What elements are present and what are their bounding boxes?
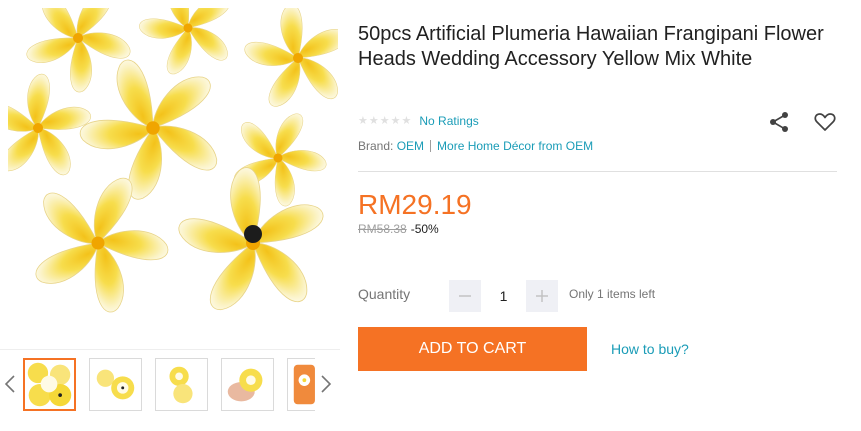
thumbnail-image [156, 359, 207, 410]
how-to-buy-link[interactable]: How to buy? [611, 341, 689, 357]
thumbnail-image [90, 359, 141, 410]
quantity-input[interactable] [481, 280, 526, 312]
share-button[interactable] [768, 111, 790, 133]
star-icon: ★ [358, 114, 368, 127]
plumeria-flowers-photo [8, 8, 338, 338]
product-main-image[interactable] [8, 8, 338, 338]
thumbnail-next-button[interactable] [318, 372, 334, 396]
minus-icon [459, 295, 471, 297]
add-to-cart-button[interactable]: ADD TO CART [358, 327, 587, 371]
ratings-link[interactable]: No Ratings [419, 114, 478, 128]
thumbnail-image [25, 360, 74, 409]
thumbnail-1[interactable] [23, 358, 76, 411]
discount-badge: -50% [410, 222, 439, 236]
chevron-right-icon [321, 375, 332, 393]
wishlist-button[interactable] [813, 111, 837, 133]
thumbnail-2[interactable] [89, 358, 142, 411]
thumbnail-3[interactable] [155, 358, 208, 411]
chevron-left-icon [4, 375, 15, 393]
plus-icon [536, 290, 548, 302]
thumbnail-prev-button[interactable] [2, 372, 18, 396]
thumbnail-4[interactable] [221, 358, 274, 411]
star-icon: ★ [390, 114, 401, 127]
thumbnail-image [222, 359, 273, 410]
quantity-decrease-button[interactable] [449, 280, 481, 312]
thumbnail-5[interactable] [287, 358, 315, 411]
brand-link[interactable]: OEM [397, 139, 424, 153]
current-price: RM29.19 [358, 189, 472, 220]
brand-row: Brand: OEM More Home Décor from OEM [358, 138, 593, 154]
rating-stars: ★ ★ ★ ★ ★ [358, 114, 412, 127]
star-icon: ★ [368, 114, 379, 127]
gallery-divider [0, 349, 340, 350]
heart-icon [814, 113, 836, 131]
original-price-row: RM58.38 -50% [358, 222, 439, 236]
product-title: 50pcs Artificial Plumeria Hawaiian Frang… [358, 23, 824, 70]
more-from-brand-link[interactable]: More Home Décor from OEM [437, 139, 593, 153]
info-divider [358, 171, 837, 172]
star-icon: ★ [401, 114, 412, 127]
original-price: RM58.38 [358, 222, 407, 236]
thumbnail-strip [23, 358, 315, 412]
brand-label: Brand: [358, 139, 394, 153]
star-icon: ★ [379, 114, 390, 127]
rating-row: ★ ★ ★ ★ ★ No Ratings [358, 113, 479, 129]
thumbnail-image [288, 359, 315, 410]
share-icon [770, 112, 788, 132]
brand-separator [430, 140, 432, 152]
quantity-increase-button[interactable] [526, 280, 558, 312]
stock-note: Only 1 items left [569, 287, 656, 301]
quantity-label: Quantity [358, 286, 411, 302]
